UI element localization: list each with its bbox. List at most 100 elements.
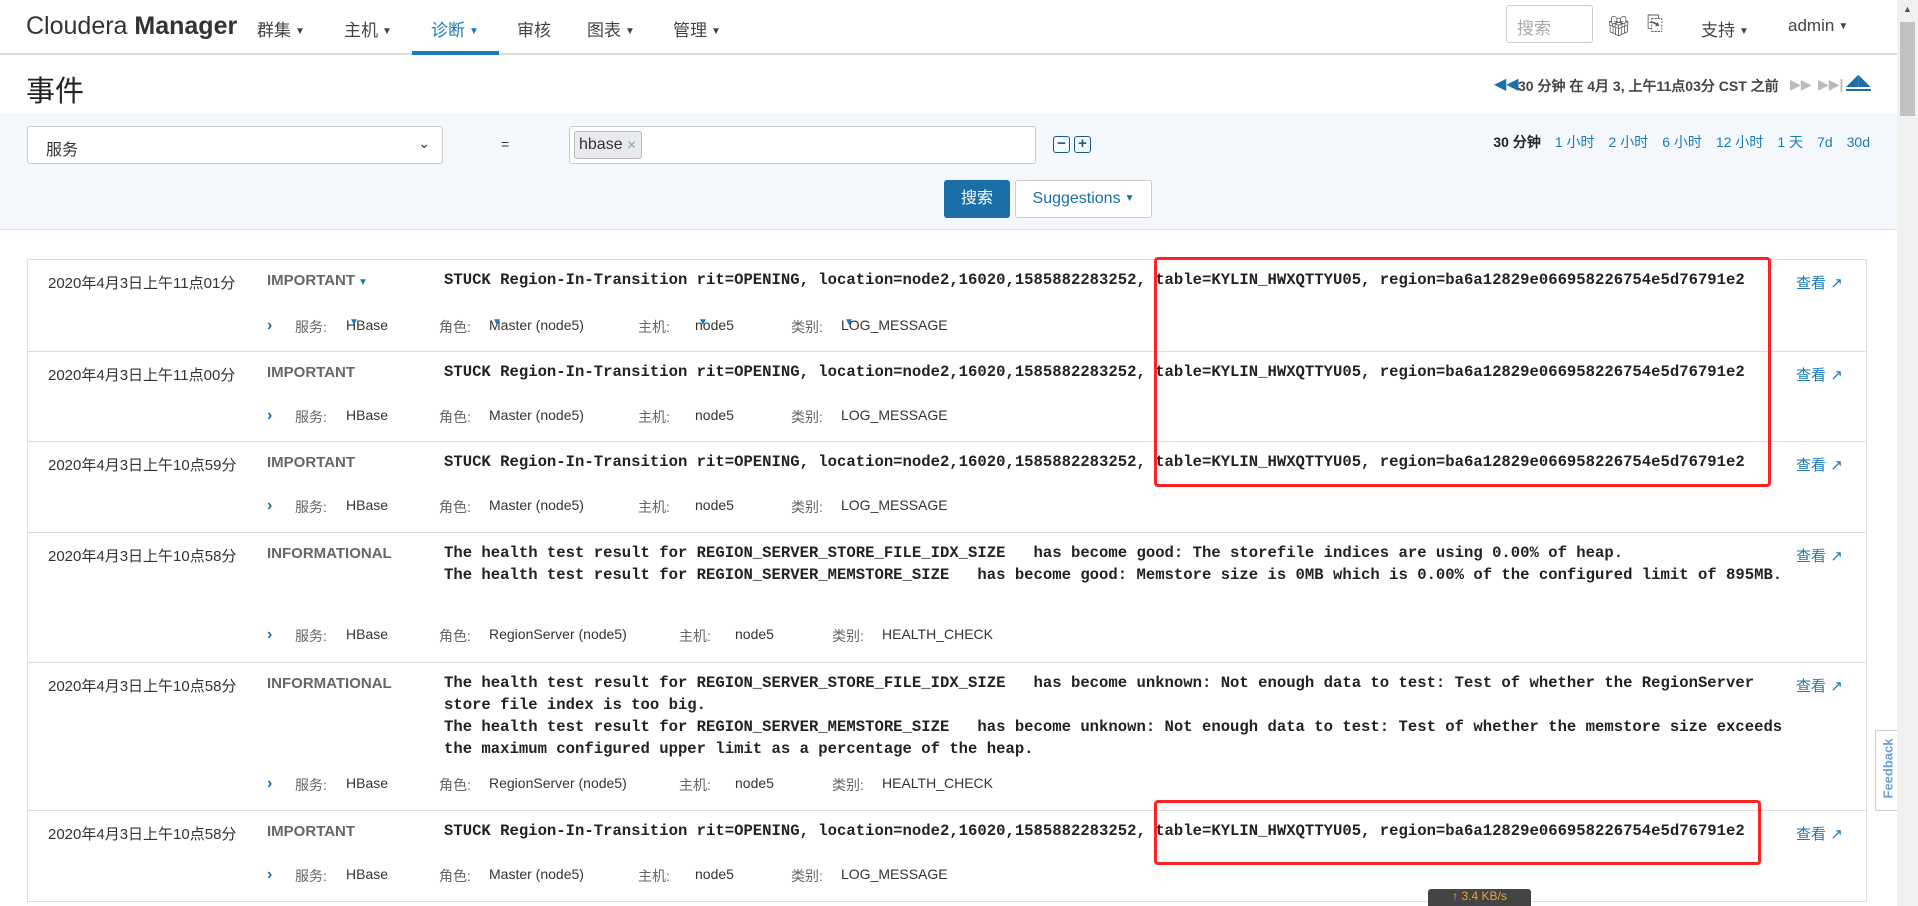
service-label: 服务: bbox=[295, 499, 327, 515]
caret-down-icon: ▼ bbox=[625, 26, 635, 38]
filter-icon[interactable]: ▼ bbox=[349, 317, 359, 328]
service-label: 服务: bbox=[295, 868, 327, 884]
view-link[interactable]: 查看 ↗ bbox=[1796, 823, 1843, 844]
time-range-option[interactable]: 6 小时 bbox=[1662, 134, 1702, 150]
role-label: 角色: bbox=[439, 777, 471, 793]
highlight-box bbox=[1154, 800, 1761, 865]
expand-chevron-icon[interactable]: › bbox=[267, 317, 272, 335]
time-forward-icon[interactable]: ▶▶ bbox=[1790, 76, 1812, 93]
filter-value-input[interactable]: hbase ✕ bbox=[569, 126, 1036, 164]
event-message: The health test result for REGION_SERVER… bbox=[444, 674, 1783, 758]
nav-item-label: 图表 bbox=[587, 21, 621, 40]
event-time: 2020年4月3日上午10点58分 bbox=[48, 548, 237, 565]
event-severity: IMPORTANT ▼ bbox=[267, 272, 368, 289]
event-time: 2020年4月3日上午11点00分 bbox=[48, 367, 236, 384]
nav-item-2[interactable]: 诊断 ▼ bbox=[431, 16, 479, 41]
view-link[interactable]: 查看 ↗ bbox=[1796, 454, 1843, 475]
time-range-option[interactable]: 1 小时 bbox=[1555, 134, 1595, 150]
event-row: 2020年4月3日上午10点58分 INFORMATIONAL The health… bbox=[28, 663, 1866, 811]
suggestions-button[interactable]: Suggestions ▼ bbox=[1015, 180, 1152, 218]
nav-item-0[interactable]: 群集 ▼ bbox=[257, 16, 305, 41]
time-range-option[interactable]: 2 小时 bbox=[1609, 134, 1649, 150]
nav-item-4[interactable]: 图表 ▼ bbox=[587, 16, 635, 41]
event-time: 2020年4月3日上午10点58分 bbox=[48, 678, 237, 695]
host-label: 主机: bbox=[679, 628, 711, 644]
filter-icon[interactable]: ▼ bbox=[492, 317, 502, 328]
service-label: 服务: bbox=[295, 628, 327, 644]
nav-item-label: 管理 bbox=[673, 21, 707, 40]
host-label: 主机: bbox=[638, 409, 670, 425]
expand-chevron-icon[interactable]: › bbox=[267, 497, 272, 515]
view-link[interactable]: 查看 ↗ bbox=[1796, 675, 1843, 696]
search-button[interactable]: 搜索 bbox=[944, 180, 1010, 218]
event-time: 2020年4月3日上午10点58分 bbox=[48, 826, 237, 843]
event-severity: IMPORTANT bbox=[267, 454, 356, 471]
scrollbar-thumb[interactable] bbox=[1900, 22, 1915, 116]
view-link[interactable]: 查看 ↗ bbox=[1796, 364, 1843, 385]
event-severity: IMPORTANT bbox=[267, 364, 356, 381]
time-range-option[interactable]: 30d bbox=[1847, 134, 1870, 150]
caret-down-icon: ▼ bbox=[382, 26, 392, 38]
external-link-icon: ↗ bbox=[1830, 457, 1843, 474]
role-label: 角色: bbox=[439, 499, 471, 515]
event-message: The health test result for REGION_SERVER… bbox=[444, 544, 1783, 584]
category-label: 类别: bbox=[791, 868, 823, 884]
caret-down-icon: ▼ bbox=[711, 26, 721, 38]
event-severity: INFORMATIONAL bbox=[267, 675, 392, 692]
caret-down-icon: ▼ bbox=[295, 26, 305, 38]
global-search-input[interactable]: 搜索 bbox=[1506, 5, 1593, 43]
time-end-icon[interactable]: ▶▶| bbox=[1818, 76, 1843, 93]
remove-filter-button[interactable]: − bbox=[1053, 136, 1070, 153]
role-label: 角色: bbox=[439, 319, 471, 335]
add-filter-button[interactable]: + bbox=[1074, 136, 1091, 153]
expand-chevron-icon[interactable]: › bbox=[267, 626, 272, 644]
remove-token-icon[interactable]: ✕ bbox=[627, 138, 637, 152]
service-label: 服务: bbox=[295, 319, 327, 335]
expand-chevron-icon[interactable]: › bbox=[267, 866, 272, 884]
time-back-icon[interactable]: ◀◀ bbox=[1494, 74, 1519, 94]
expand-chevron-icon[interactable]: › bbox=[267, 775, 272, 793]
filter-icon[interactable]: ▼ bbox=[358, 277, 368, 288]
time-range-option[interactable]: 12 小时 bbox=[1716, 134, 1763, 150]
active-tab-indicator bbox=[412, 51, 499, 55]
time-range-option[interactable]: 1 天 bbox=[1777, 134, 1803, 150]
host-label: 主机: bbox=[679, 777, 711, 793]
service-label: 服务: bbox=[295, 409, 327, 425]
nav-item-1[interactable]: 主机 ▼ bbox=[344, 16, 392, 41]
brand-logo[interactable]: Cloudera Manager bbox=[26, 12, 237, 41]
nav-item-label: 主机 bbox=[344, 21, 378, 40]
nav-item-5[interactable]: 管理 ▼ bbox=[673, 16, 721, 41]
chart-toggle-icon[interactable]: ◢◣ bbox=[1846, 73, 1871, 91]
time-range-selector: 30 分钟 1 小时 2 小时 6 小时 12 小时 1 天 7d 30d bbox=[1479, 132, 1870, 152]
role-label: 角色: bbox=[439, 409, 471, 425]
scrollbar[interactable]: ▲ bbox=[1897, 0, 1918, 906]
nav-item-3[interactable]: 审核 bbox=[517, 16, 551, 41]
support-menu[interactable]: 支持 ▼ bbox=[1701, 16, 1749, 41]
time-range-option[interactable]: 30 分钟 bbox=[1493, 134, 1540, 150]
page-title: 事件 bbox=[26, 76, 85, 108]
external-link-icon: ↗ bbox=[1830, 275, 1843, 292]
filter-icon[interactable]: ▼ bbox=[844, 317, 854, 328]
category-label: 类别: bbox=[791, 499, 823, 515]
highlight-box bbox=[1154, 257, 1771, 487]
event-severity: IMPORTANT bbox=[267, 823, 356, 840]
expand-chevron-icon[interactable]: › bbox=[267, 407, 272, 425]
gift-icon[interactable]: 🎁︎ bbox=[1606, 14, 1631, 39]
event-time: 2020年4月3日上午11点01分 bbox=[48, 275, 236, 292]
time-range-option[interactable]: 7d bbox=[1817, 134, 1833, 150]
user-menu[interactable]: admin ▼ bbox=[1788, 16, 1848, 36]
host-label: 主机: bbox=[638, 319, 670, 335]
filter-token: hbase ✕ bbox=[574, 131, 642, 159]
filter-field-select[interactable]: 服务 ⌄ bbox=[27, 126, 443, 164]
running-commands-icon[interactable]: ⎘ bbox=[1647, 13, 1663, 36]
feedback-tab[interactable]: Feedback bbox=[1875, 730, 1899, 811]
view-link[interactable]: 查看 ↗ bbox=[1796, 545, 1843, 566]
caret-down-icon: ▼ bbox=[469, 26, 479, 38]
filter-icon[interactable]: ▼ bbox=[698, 317, 708, 328]
external-link-icon: ↗ bbox=[1830, 826, 1843, 843]
external-link-icon: ↗ bbox=[1830, 678, 1843, 695]
event-severity: INFORMATIONAL bbox=[267, 545, 392, 562]
service-label: 服务: bbox=[295, 777, 327, 793]
event-row: 2020年4月3日上午10点58分 INFORMATIONAL The health… bbox=[28, 533, 1866, 663]
view-link[interactable]: 查看 ↗ bbox=[1796, 272, 1843, 293]
